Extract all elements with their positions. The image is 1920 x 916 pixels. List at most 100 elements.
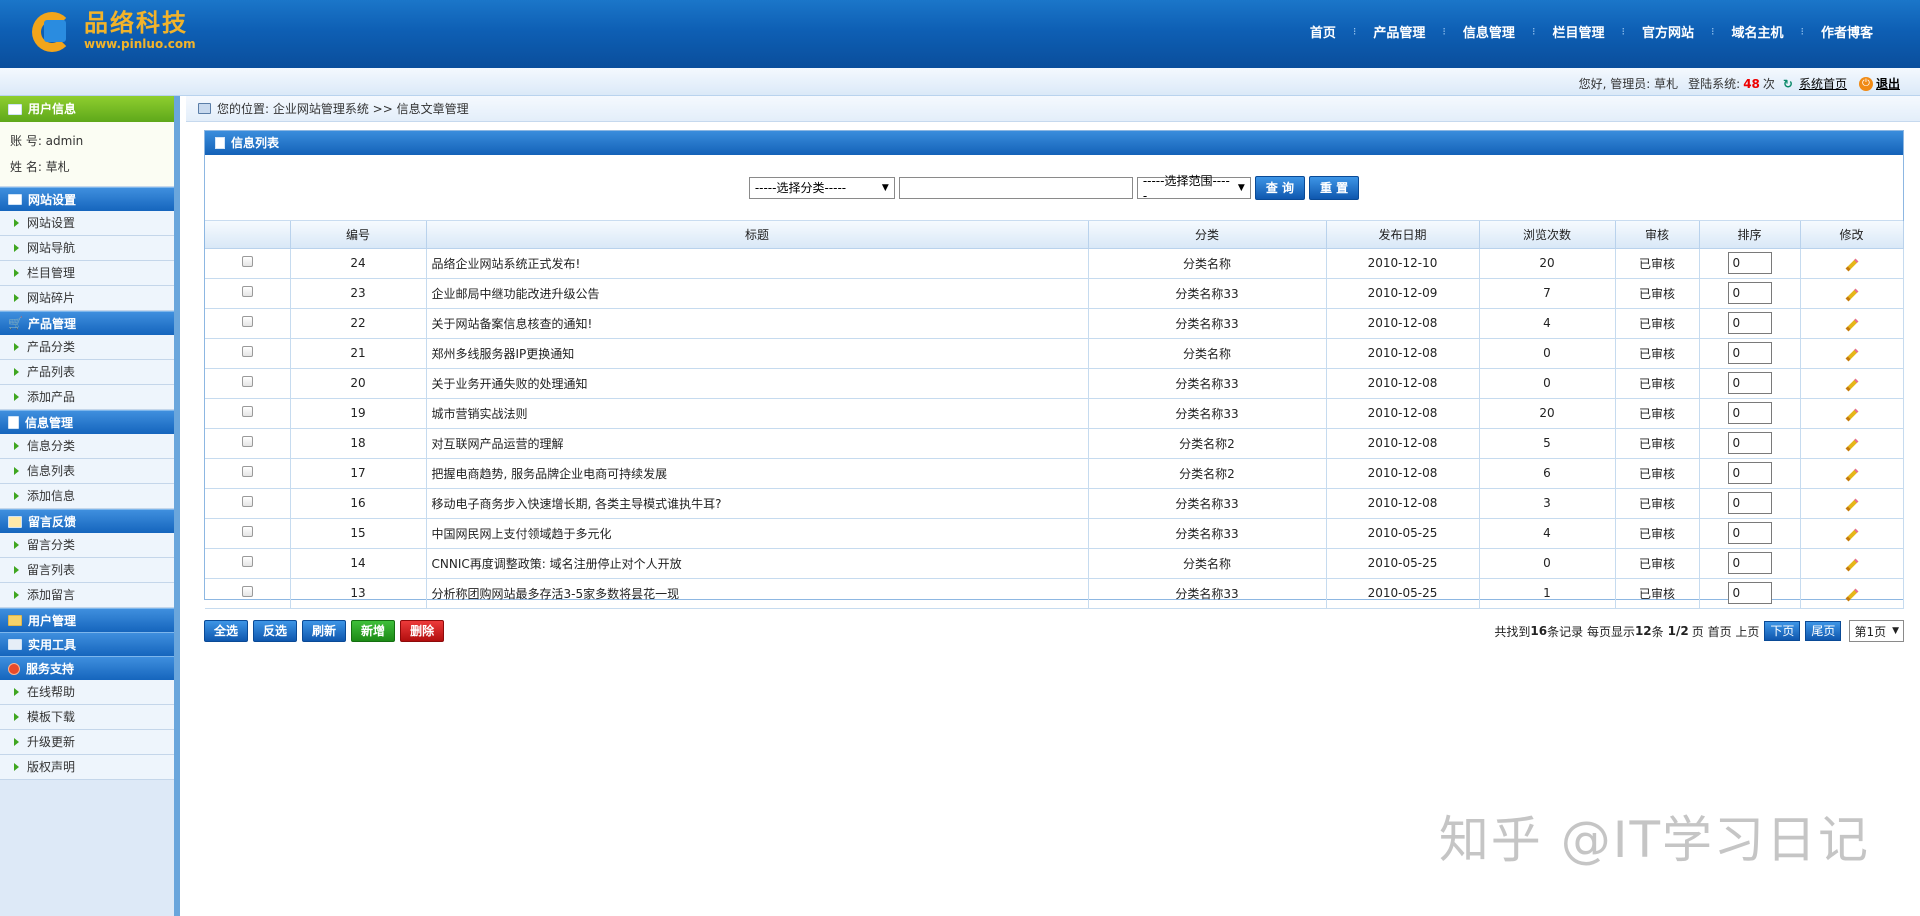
cell-title[interactable]: 品络企业网站系统正式发布! [426,248,1089,279]
row-checkbox[interactable] [241,496,253,507]
pager-first-prev[interactable]: 页 首页 上页 [1692,623,1760,640]
sidebar-section-header[interactable]: 留言反馈 [0,509,174,533]
row-checkbox[interactable] [241,556,253,567]
cell-title[interactable]: 城市营销实战法则 [426,398,1089,429]
category-select[interactable]: -----选择分类----- ▼ [748,176,895,199]
sort-input[interactable]: 0 [1727,342,1772,364]
edit-pencil-icon[interactable] [1845,348,1858,362]
cell-title[interactable]: 关于业务开通失败的处理通知 [426,368,1089,399]
edit-pencil-icon[interactable] [1845,258,1858,272]
cell-title[interactable]: 移动电子商务步入快速增长期, 各类主导模式谁执牛耳? [426,488,1089,519]
edit-pencil-icon[interactable] [1845,288,1858,302]
pager-per-page: 12 [1634,624,1652,638]
delete-button[interactable]: 删除 [400,620,445,642]
refresh-button[interactable]: 刷新 [302,620,347,642]
sidebar-item[interactable]: 网站设置 [0,211,174,236]
row-checkbox[interactable] [241,406,253,417]
last-page-button[interactable]: 尾页 [1805,621,1842,641]
sort-input[interactable]: 0 [1727,432,1772,454]
cell-title[interactable]: 企业邮局中继功能改进升级公告 [426,278,1089,309]
sort-input[interactable]: 0 [1727,372,1772,394]
top-nav-item[interactable]: 官方网站 [1625,22,1711,41]
sidebar-item[interactable]: 网站碎片 [0,286,174,311]
system-home-link[interactable]: 系统首页 [1799,75,1847,92]
top-nav-item[interactable]: 域名主机 [1714,22,1800,41]
sort-input[interactable]: 0 [1727,552,1772,574]
row-checkbox[interactable] [241,466,253,477]
edit-pencil-icon[interactable] [1845,378,1858,392]
sidebar-item[interactable]: 模板下载 [0,705,174,730]
sidebar-item[interactable]: 在线帮助 [0,680,174,705]
add-button[interactable]: 新增 [351,620,396,642]
search-button[interactable]: 查 询 [1254,175,1305,200]
sort-input[interactable]: 0 [1727,522,1772,544]
cell-views: 1 [1479,578,1616,609]
sidebar-item[interactable]: 网站导航 [0,236,174,261]
sidebar-item[interactable]: 添加留言 [0,583,174,608]
sidebar-section-header[interactable]: 服务支持 [0,656,174,680]
sidebar-item[interactable]: 产品分类 [0,335,174,360]
logout-link[interactable]: 退出 [1876,75,1900,92]
logo[interactable]: 品络科技 www.pinluo.com [30,6,196,56]
edit-pencil-icon[interactable] [1845,438,1858,452]
cell-title[interactable]: 分析称团购网站最多存活3-5家多数将昙花一现 [426,578,1089,609]
edit-pencil-icon[interactable] [1845,408,1858,422]
sidebar-item[interactable]: 添加信息 [0,484,174,509]
sidebar-section-header[interactable]: 用户管理 [0,608,174,632]
edit-pencil-icon[interactable] [1845,588,1858,602]
sidebar-item[interactable]: 留言分类 [0,533,174,558]
row-checkbox[interactable] [241,526,253,537]
sort-input[interactable]: 0 [1727,312,1772,334]
page-select[interactable]: 第1页 ▼ [1849,620,1904,642]
cell-title[interactable]: 把握电商趋势, 服务品牌企业电商可持续发展 [426,458,1089,489]
invert-selection-button[interactable]: 反选 [253,620,298,642]
sidebar-item[interactable]: 添加产品 [0,385,174,410]
edit-pencil-icon[interactable] [1845,558,1858,572]
top-nav-item[interactable]: 首页 [1293,22,1353,41]
sidebar-item[interactable]: 信息分类 [0,434,174,459]
cell-title[interactable]: CNNIC再度调整政策: 域名注册停止对个人开放 [426,548,1089,579]
row-checkbox[interactable] [241,316,253,327]
row-checkbox[interactable] [241,256,253,267]
sidebar-item[interactable]: 产品列表 [0,360,174,385]
edit-pencil-icon[interactable] [1845,528,1858,542]
search-input[interactable] [898,176,1133,199]
sidebar-item[interactable]: 版权声明 [0,755,174,780]
sort-input[interactable]: 0 [1727,492,1772,514]
top-nav-item[interactable]: 信息管理 [1446,22,1532,41]
scope-select[interactable]: -----选择范围----- ▼ [1136,174,1251,203]
top-nav-item[interactable]: 产品管理 [1356,22,1442,41]
sort-input[interactable]: 0 [1727,282,1772,304]
sidebar-section-header[interactable]: 信息管理 [0,410,174,434]
edit-pencil-icon[interactable] [1845,468,1858,482]
top-nav-item[interactable]: 作者博客 [1804,22,1890,41]
sort-input[interactable]: 0 [1727,402,1772,424]
row-checkbox[interactable] [241,346,253,357]
edit-pencil-icon[interactable] [1845,318,1858,332]
row-checkbox[interactable] [241,586,253,597]
cell-title[interactable]: 对互联网产品运营的理解 [426,428,1089,459]
next-page-button[interactable]: 下页 [1764,621,1801,641]
row-checkbox[interactable] [241,376,253,387]
cell-title[interactable]: 郑州多线服务器IP更换通知 [426,338,1089,369]
info-list-panel: 信息列表 -----选择分类----- ▼ -----选择范围----- ▼ 查 询… [204,130,1904,609]
sidebar-item[interactable]: 信息列表 [0,459,174,484]
sort-input[interactable]: 0 [1727,252,1772,274]
sort-input[interactable]: 0 [1727,462,1772,484]
cell-title[interactable]: 中国网民网上支付领域趋于多元化 [426,518,1089,549]
edit-pencil-icon[interactable] [1845,498,1858,512]
sidebar-section-header[interactable]: 网站设置 [0,187,174,211]
row-checkbox[interactable] [241,436,253,447]
cell-title[interactable]: 关于网站备案信息核查的通知! [426,308,1089,339]
select-all-button[interactable]: 全选 [204,620,249,642]
reset-button[interactable]: 重 置 [1309,175,1360,200]
cell-status: 已审核 [1615,488,1700,519]
sidebar-section-header[interactable]: 实用工具 [0,632,174,656]
top-nav-item[interactable]: 栏目管理 [1535,22,1621,41]
sidebar-item[interactable]: 栏目管理 [0,261,174,286]
sidebar-item[interactable]: 升级更新 [0,730,174,755]
sidebar-item[interactable]: 留言列表 [0,558,174,583]
sort-input[interactable]: 0 [1727,582,1772,604]
row-checkbox[interactable] [241,286,253,297]
sidebar-section-header[interactable]: 🛒 产品管理 [0,311,174,335]
